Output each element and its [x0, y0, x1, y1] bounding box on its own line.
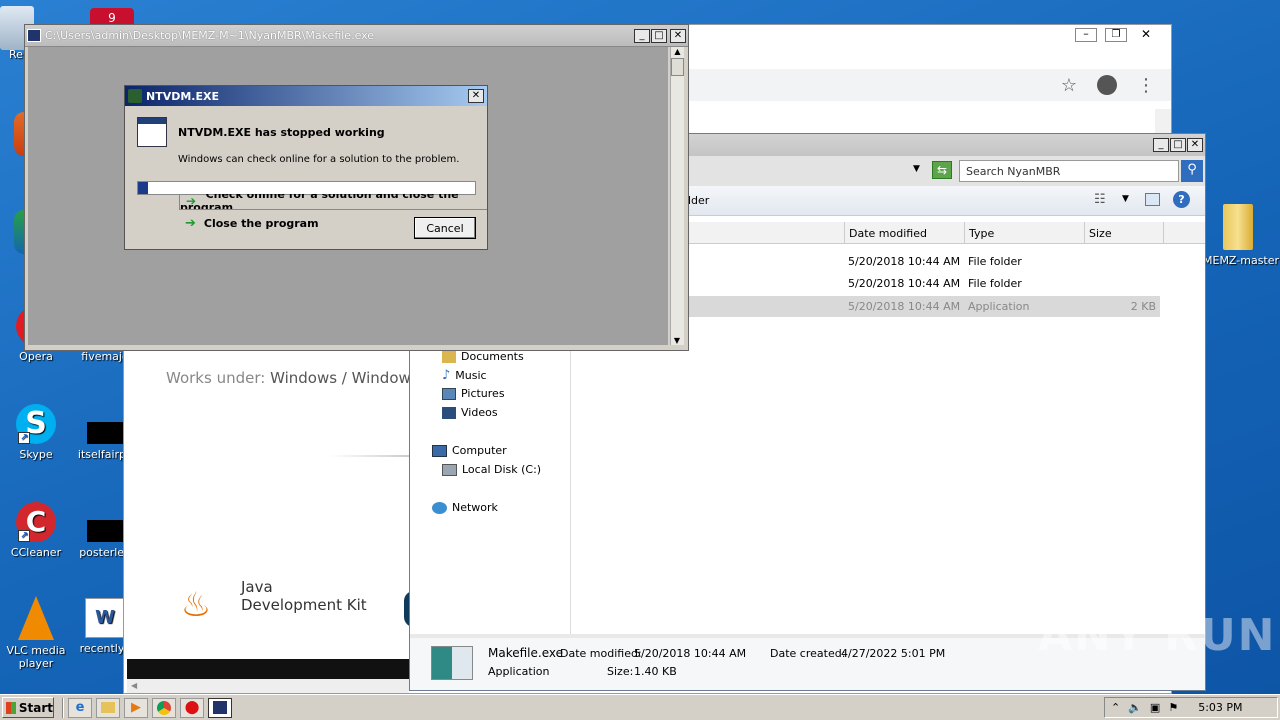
tray-expand-icon[interactable]: ⌃: [1111, 701, 1120, 714]
view-dropdown-icon[interactable]: ▼: [1122, 194, 1129, 204]
minimize-icon[interactable]: –: [1075, 28, 1097, 42]
dialog-program-icon: [137, 117, 167, 147]
option-close-program[interactable]: ➔ Close the program: [185, 216, 319, 231]
file-row-selected[interactable]: 5/20/2018 10:44 AM Application 2 KB: [686, 296, 1160, 317]
column-size[interactable]: Size: [1084, 222, 1164, 244]
column-date[interactable]: Date modified: [844, 222, 964, 244]
nav-pane: Documents ♪ Music Pictures Videos Compute…: [410, 350, 571, 636]
works-under: Works under: Windows / Windows: [166, 369, 419, 387]
restore-icon[interactable]: ❐: [1105, 28, 1127, 42]
computer-icon: [432, 444, 447, 457]
nav-item-computer[interactable]: Computer: [432, 444, 507, 457]
menu-icon[interactable]: ⋮: [1137, 75, 1155, 96]
dialog-app-icon: [128, 89, 142, 103]
minimize-icon[interactable]: _: [1153, 138, 1169, 152]
nav-item-music[interactable]: ♪ Music: [442, 368, 487, 383]
profile-icon[interactable]: [1097, 75, 1117, 95]
flag-icon[interactable]: ⚑: [1168, 701, 1178, 714]
option-check-online[interactable]: ➔ Check online for a solution and close …: [179, 194, 487, 210]
view-icon[interactable]: ☷: [1094, 192, 1106, 207]
cancel-button[interactable]: Cancel: [414, 217, 476, 239]
scroll-down-icon[interactable]: ▼: [671, 336, 683, 345]
close-icon[interactable]: ✕: [1135, 28, 1157, 42]
system-tray: ⌃ 🔈 ▣ ⚑ 5:03 PM: [1104, 697, 1278, 718]
taskbar: Start e ▶ ⬤ ⌃ 🔈 ▣ ⚑ 5:03 PM: [0, 694, 1280, 720]
file-icon: [87, 520, 123, 542]
arrow-icon: ➔: [185, 216, 196, 231]
minimize-icon[interactable]: _: [634, 28, 650, 43]
error-dialog: NTVDM.EXE ✕ NTVDM.EXE has stopped workin…: [124, 85, 488, 250]
progress-bar: [137, 181, 476, 195]
start-button[interactable]: Start: [2, 697, 54, 718]
close-icon[interactable]: ✕: [1187, 138, 1203, 152]
browser-footer-bar: [127, 659, 409, 679]
refresh-icon[interactable]: ⇆: [932, 161, 952, 179]
dialog-titlebar: NTVDM.EXE ✕: [125, 86, 487, 106]
videos-icon: [442, 406, 456, 419]
disk-icon: [442, 463, 457, 476]
taskbar-separator: [62, 697, 64, 718]
search-icon[interactable]: ⚲: [1181, 160, 1203, 182]
maximize-icon[interactable]: □: [1170, 138, 1186, 152]
word-icon: W: [85, 598, 125, 638]
file-icon: [87, 422, 123, 444]
close-icon[interactable]: ✕: [670, 28, 686, 43]
anyrun-watermark: ANY RUN: [1038, 610, 1277, 661]
java-logo-icon: ♨: [180, 585, 212, 625]
vlc-icon: [18, 596, 54, 640]
help-icon[interactable]: ?: [1173, 191, 1190, 208]
scroll-up-icon[interactable]: ▲: [671, 47, 684, 56]
desktop-icon-memz-master[interactable]: MEMZ-master: [1203, 204, 1279, 267]
details-filename: Makefile.exe: [488, 646, 563, 660]
music-icon: ♪: [442, 368, 451, 383]
toolbar-new-folder[interactable]: lder: [688, 194, 709, 207]
documents-icon: [442, 350, 456, 363]
java-title: Java Development Kit: [241, 578, 367, 614]
address-dropdown-icon[interactable]: ▼: [913, 164, 920, 174]
console-app-icon: [27, 29, 41, 42]
desktop-icon-ccleaner[interactable]: C ↗ CCleaner: [1, 502, 71, 559]
folder-icon: [1223, 204, 1253, 250]
nav-item-pictures[interactable]: Pictures: [442, 387, 505, 400]
volume-icon[interactable]: 🔈: [1128, 701, 1142, 714]
nav-item-videos[interactable]: Videos: [442, 406, 498, 419]
console-scrollbar[interactable]: ▲ ▼: [670, 47, 684, 345]
nav-item-network[interactable]: Network: [432, 501, 498, 514]
preview-pane-icon[interactable]: [1145, 193, 1160, 206]
ccleaner-icon: C ↗: [16, 502, 56, 542]
dialog-message: Windows can check online for a solution …: [178, 154, 460, 165]
dialog-heading: NTVDM.EXE has stopped working: [178, 126, 385, 139]
ntvdm-task-icon[interactable]: [208, 697, 232, 718]
nav-item-local-disk[interactable]: Local Disk (C:): [442, 463, 541, 476]
chrome-icon[interactable]: [152, 697, 176, 718]
browser-hscroll[interactable]: ◀: [127, 679, 409, 693]
windows-logo-icon: [6, 701, 16, 714]
opera-icon[interactable]: ⬤: [180, 697, 204, 718]
file-thumbnail-icon: [431, 646, 473, 680]
divider-line: [329, 455, 409, 457]
nav-item-documents[interactable]: Documents: [442, 350, 524, 363]
network-icon: [432, 501, 447, 514]
media-player-icon[interactable]: ▶: [124, 697, 148, 718]
ie-icon[interactable]: e: [68, 697, 92, 718]
scroll-thumb[interactable]: [671, 58, 684, 76]
desktop-icon-skype[interactable]: S ↗ Skype: [1, 404, 71, 461]
network-tray-icon[interactable]: ▣: [1150, 701, 1160, 714]
explorer-icon[interactable]: [96, 697, 120, 718]
maximize-icon[interactable]: □: [651, 28, 667, 43]
search-input[interactable]: Search NyanMBR: [959, 160, 1179, 182]
console-titlebar: C:\Users\admin\Desktop\MEMZ-M~1\NyanMBR\…: [25, 25, 688, 47]
star-icon[interactable]: ☆: [1061, 75, 1077, 96]
desktop-icon-vlc[interactable]: VLC media player: [1, 596, 71, 670]
progress-fill: [138, 182, 148, 194]
clock[interactable]: 5:03 PM: [1198, 701, 1242, 714]
column-type[interactable]: Type: [964, 222, 1084, 244]
skype-icon: S ↗: [16, 404, 56, 444]
close-icon[interactable]: ✕: [468, 89, 484, 103]
pictures-icon: [442, 387, 456, 400]
